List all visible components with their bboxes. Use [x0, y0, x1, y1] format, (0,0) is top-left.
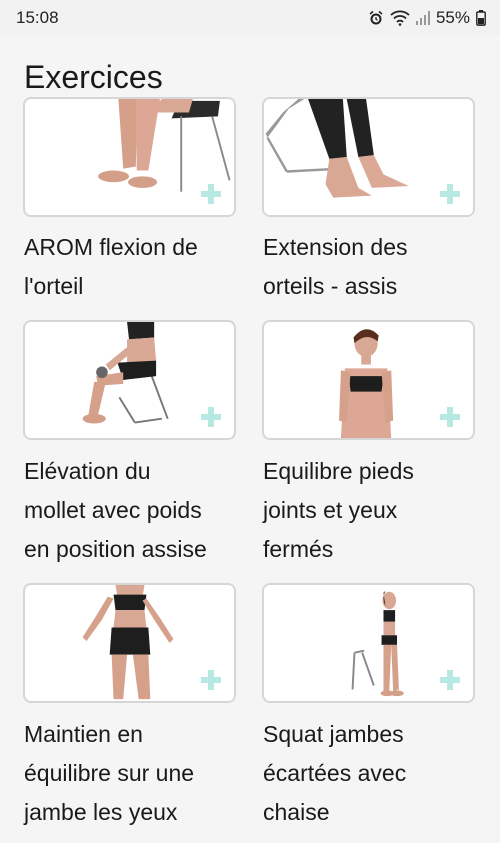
- exercise-title[interactable]: Elévation du mollet avec poids en positi…: [24, 452, 244, 569]
- plus-icon[interactable]: [439, 669, 461, 691]
- exercise-card-thumbnail[interactable]: [262, 320, 475, 440]
- exercise-title-line: Elévation du: [24, 458, 151, 484]
- exercise-title-line: Maintien en: [24, 721, 143, 747]
- exercise-title-line: Extension des: [263, 234, 408, 260]
- exercise-card-thumbnail[interactable]: [23, 320, 236, 440]
- exercise-title[interactable]: Equilibre pieds joints et yeux fermés: [263, 452, 483, 569]
- plus-icon[interactable]: [439, 406, 461, 428]
- exercise-title-line: écartées avec: [263, 760, 407, 786]
- exercise-card-thumbnail[interactable]: [262, 583, 475, 703]
- exercise-title[interactable]: Extension des orteils - assis: [263, 228, 483, 306]
- exercise-title[interactable]: AROM flexion de l'orteil: [24, 228, 244, 306]
- exercise-title-line: AROM flexion de: [24, 234, 198, 260]
- exercise-card-thumbnail[interactable]: [262, 97, 475, 217]
- exercise-card-thumbnail[interactable]: [23, 97, 236, 217]
- exercise-title-line: chaise: [263, 799, 330, 825]
- plus-icon[interactable]: [200, 669, 222, 691]
- exercise-title-line: jambe les yeux: [24, 799, 178, 825]
- exercise-title[interactable]: Maintien en équilibre sur une jambe les …: [24, 715, 244, 832]
- exercise-title-line: équilibre sur une: [24, 760, 195, 786]
- plus-icon[interactable]: [439, 183, 461, 205]
- plus-icon[interactable]: [200, 406, 222, 428]
- exercise-title-line: Equilibre pieds: [263, 458, 414, 484]
- exercise-title-line: Squat jambes: [263, 721, 404, 747]
- exercise-title-line: fermés: [263, 536, 334, 562]
- exercise-title-line: en position assise: [24, 536, 207, 562]
- exercise-title-line: joints et yeux: [263, 497, 398, 523]
- exercise-title[interactable]: Squat jambes écartées avec chaise: [263, 715, 483, 832]
- exercise-grid: AROM flexion de l'orteil Extension des o…: [0, 0, 500, 843]
- exercise-title-line: l'orteil: [24, 273, 84, 299]
- exercise-card-thumbnail[interactable]: [23, 583, 236, 703]
- exercise-title-line: orteils - assis: [263, 273, 398, 299]
- exercise-title-line: mollet avec poids: [24, 497, 202, 523]
- plus-icon[interactable]: [200, 183, 222, 205]
